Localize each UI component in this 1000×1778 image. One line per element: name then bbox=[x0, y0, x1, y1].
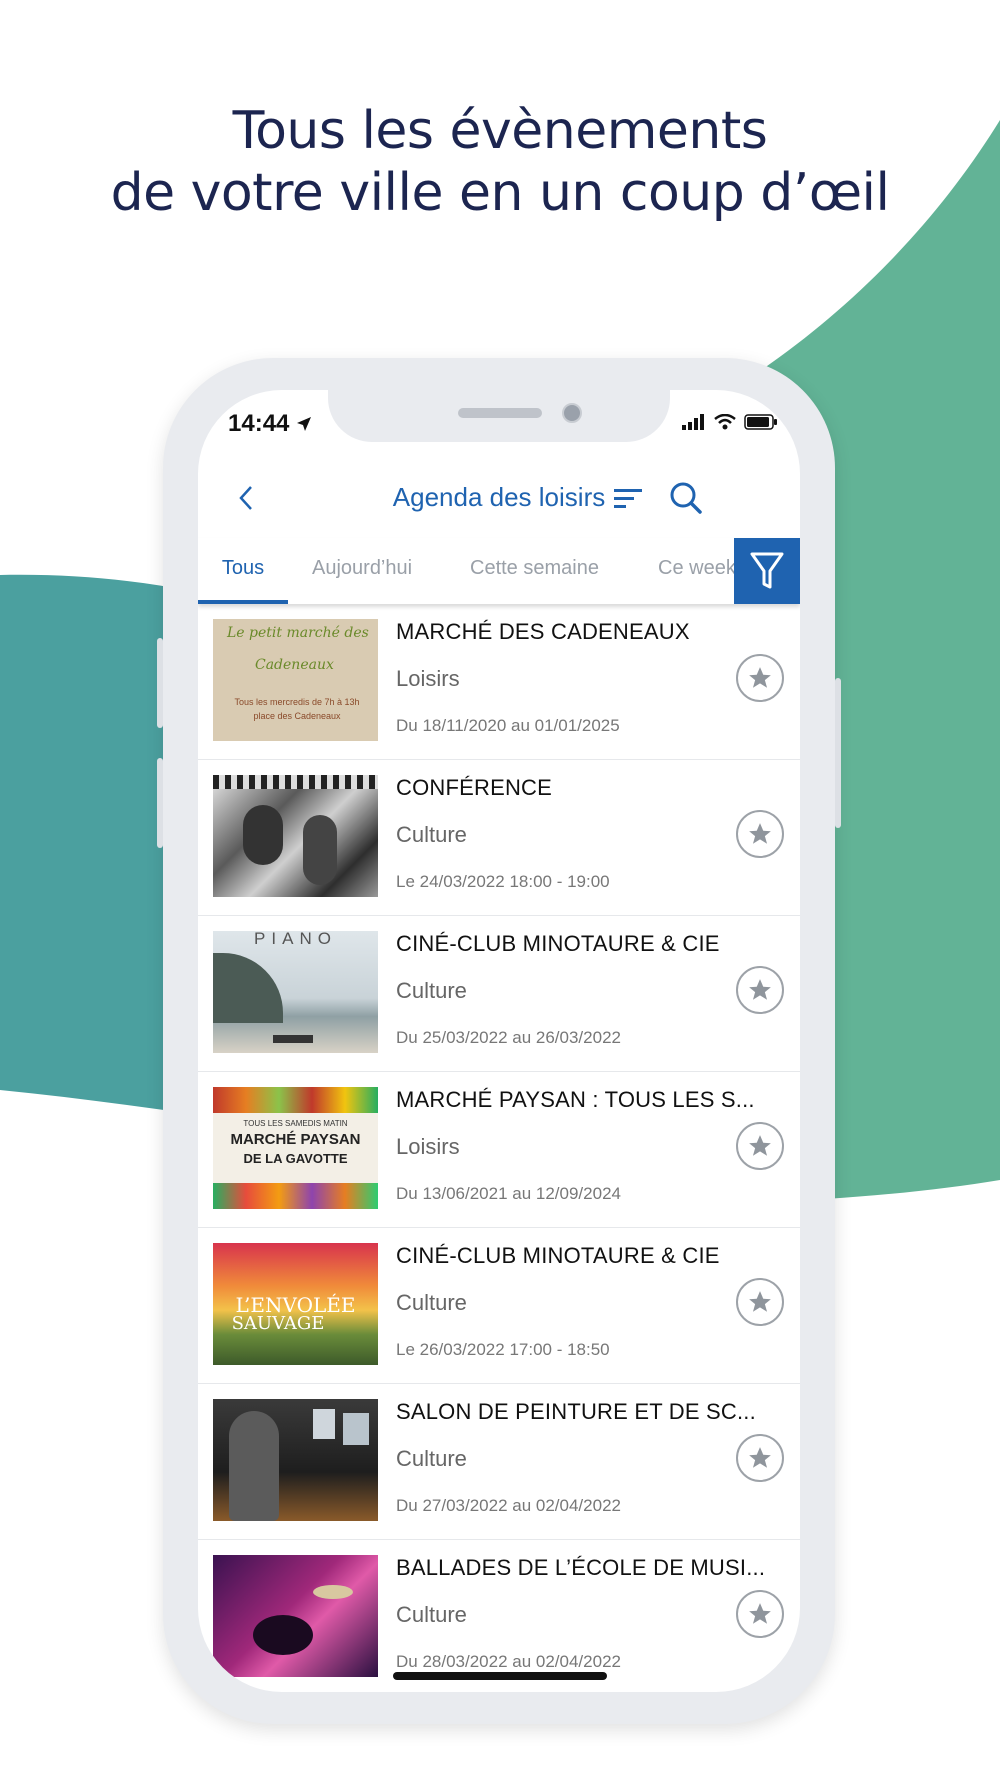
favorite-button[interactable] bbox=[736, 654, 784, 702]
headline-line-2: de votre ville en un coup d’œil bbox=[110, 163, 890, 223]
star-icon bbox=[749, 1291, 771, 1312]
event-thumbnail: PIANO bbox=[213, 931, 378, 1053]
status-bar: 14:44 bbox=[198, 390, 800, 460]
event-category: Loisirs bbox=[396, 666, 460, 691]
thumb-text: TOUS LES SAMEDIS MATIN bbox=[243, 1119, 348, 1128]
search-icon bbox=[670, 482, 702, 514]
event-category: Culture bbox=[396, 978, 467, 1003]
status-time: 14:44 bbox=[228, 410, 290, 437]
thumb-text: DE LA GAVOTTE bbox=[243, 1151, 348, 1166]
event-category: Culture bbox=[396, 1602, 467, 1627]
tab-label: Tous bbox=[221, 557, 265, 579]
event-category: Culture bbox=[396, 1446, 467, 1471]
event-thumbnail bbox=[213, 1399, 378, 1521]
event-date: Le 24/03/2022 18:00 - 19:00 bbox=[396, 872, 610, 891]
event-thumbnail: Le petit marché des Cadeneaux Tous les m… bbox=[213, 619, 378, 741]
event-date: Du 28/03/2022 au 02/04/2022 bbox=[396, 1652, 621, 1671]
filter-button[interactable] bbox=[734, 538, 800, 604]
thumb-text: MARCHÉ PAYSAN bbox=[230, 1131, 361, 1148]
star-icon bbox=[749, 1135, 771, 1156]
event-thumbnail: TOUS LES SAMEDIS MATIN MARCHÉ PAYSAN DE … bbox=[213, 1087, 378, 1209]
headline: Tous les évènements de votre ville en un… bbox=[0, 100, 1000, 224]
favorite-button[interactable] bbox=[736, 1278, 784, 1326]
favorite-button[interactable] bbox=[736, 1590, 784, 1638]
phone-side-button bbox=[835, 678, 841, 828]
app-screen: 14:44 Agenda des loisirs Tous Aujourd’hu… bbox=[198, 390, 800, 1692]
headline-line-1: Tous les évènements bbox=[232, 101, 768, 161]
event-item[interactable]: Le petit marché des Cadeneaux Tous les m… bbox=[198, 604, 800, 760]
favorite-button[interactable] bbox=[736, 1434, 784, 1482]
event-date: Du 25/03/2022 au 26/03/2022 bbox=[396, 1028, 621, 1047]
battery-icon bbox=[744, 414, 777, 430]
thumb-text: Le petit marché des bbox=[227, 625, 369, 641]
signal-icon bbox=[682, 414, 704, 430]
filter-tabs: Tous Aujourd’hui Cette semaine Ce week bbox=[198, 538, 800, 604]
active-tab-indicator bbox=[198, 600, 288, 604]
favorite-button[interactable] bbox=[736, 966, 784, 1014]
event-item[interactable]: SALON DE PEINTURE ET DE SC... Culture Du… bbox=[198, 1384, 800, 1540]
sort-button[interactable] bbox=[608, 478, 648, 518]
favorite-button[interactable] bbox=[736, 810, 784, 858]
phone-side-button bbox=[157, 638, 163, 728]
star-icon bbox=[749, 667, 771, 688]
event-date: Le 26/03/2022 17:00 - 18:50 bbox=[396, 1340, 610, 1359]
thumb-text: Tous les mercredis de 7h à 13h bbox=[234, 697, 360, 707]
event-title: CINÉ-CLUB MINOTAURE & CIE bbox=[396, 931, 720, 956]
event-title: MARCHÉ DES CADENEAUX bbox=[396, 619, 690, 644]
tab-label: Aujourd’hui bbox=[312, 557, 413, 579]
event-title: MARCHÉ PAYSAN : TOUS LES S... bbox=[396, 1087, 755, 1112]
event-item[interactable]: CONFÉRENCE Culture Le 24/03/2022 18:00 -… bbox=[198, 760, 800, 916]
event-title: CINÉ-CLUB MINOTAURE & CIE bbox=[396, 1243, 720, 1268]
event-thumbnail bbox=[213, 775, 378, 897]
event-date: Du 27/03/2022 au 02/04/2022 bbox=[396, 1496, 621, 1515]
search-button[interactable] bbox=[664, 476, 708, 520]
sort-icon bbox=[614, 489, 642, 508]
tab-ce-weekend[interactable]: Ce week bbox=[658, 538, 736, 604]
thumb-text: Cadeneaux bbox=[255, 657, 334, 673]
event-category: Culture bbox=[396, 822, 467, 847]
event-category: Culture bbox=[396, 1290, 467, 1315]
tab-label: Cette semaine bbox=[470, 557, 599, 579]
event-title: BALLADES DE L’ÉCOLE DE MUSI... bbox=[396, 1555, 766, 1580]
event-date: Du 18/11/2020 au 01/01/2025 bbox=[396, 716, 620, 735]
home-indicator[interactable] bbox=[393, 1672, 607, 1680]
phone-side-button bbox=[157, 758, 163, 848]
tab-aujourdhui[interactable]: Aujourd’hui bbox=[312, 538, 412, 604]
event-item[interactable]: TOUS LES SAMEDIS MATIN MARCHÉ PAYSAN DE … bbox=[198, 1072, 800, 1228]
event-title: SALON DE PEINTURE ET DE SC... bbox=[396, 1399, 756, 1424]
thumb-text: place des Cadeneaux bbox=[253, 711, 341, 721]
tab-cette-semaine[interactable]: Cette semaine bbox=[470, 538, 599, 604]
star-icon bbox=[749, 1447, 771, 1468]
thumb-text: SAUVAGE bbox=[231, 1313, 325, 1334]
wifi-icon bbox=[714, 414, 736, 430]
event-thumbnail: L’ENVOLÉE SAUVAGE bbox=[213, 1243, 378, 1365]
page-title: Agenda des loisirs bbox=[392, 482, 606, 512]
star-icon bbox=[749, 823, 771, 844]
nav-bar: Agenda des loisirs bbox=[198, 460, 800, 539]
favorite-button[interactable] bbox=[736, 1122, 784, 1170]
event-item[interactable]: L’ENVOLÉE SAUVAGE CINÉ-CLUB MINOTAURE & … bbox=[198, 1228, 800, 1384]
filter-icon bbox=[750, 552, 784, 589]
tab-tous[interactable]: Tous bbox=[198, 538, 288, 604]
event-item[interactable]: BALLADES DE L’ÉCOLE DE MUSI... Culture D… bbox=[198, 1540, 800, 1692]
event-title: CONFÉRENCE bbox=[396, 775, 553, 800]
event-category: Loisirs bbox=[396, 1134, 460, 1159]
phone-frame: 14:44 Agenda des loisirs Tous Aujourd’hu… bbox=[157, 358, 841, 1724]
star-icon bbox=[749, 979, 771, 1000]
event-list: Le petit marché des Cadeneaux Tous les m… bbox=[198, 604, 800, 1692]
thumb-text: PIANO bbox=[254, 931, 337, 948]
event-date: Du 13/06/2021 au 12/09/2024 bbox=[396, 1184, 621, 1203]
star-icon bbox=[749, 1603, 771, 1624]
tab-label: Ce week bbox=[658, 557, 736, 579]
event-item[interactable]: PIANO CINÉ-CLUB MINOTAURE & CIE Culture … bbox=[198, 916, 800, 1072]
location-arrow-icon bbox=[297, 417, 312, 431]
event-thumbnail bbox=[213, 1555, 378, 1677]
